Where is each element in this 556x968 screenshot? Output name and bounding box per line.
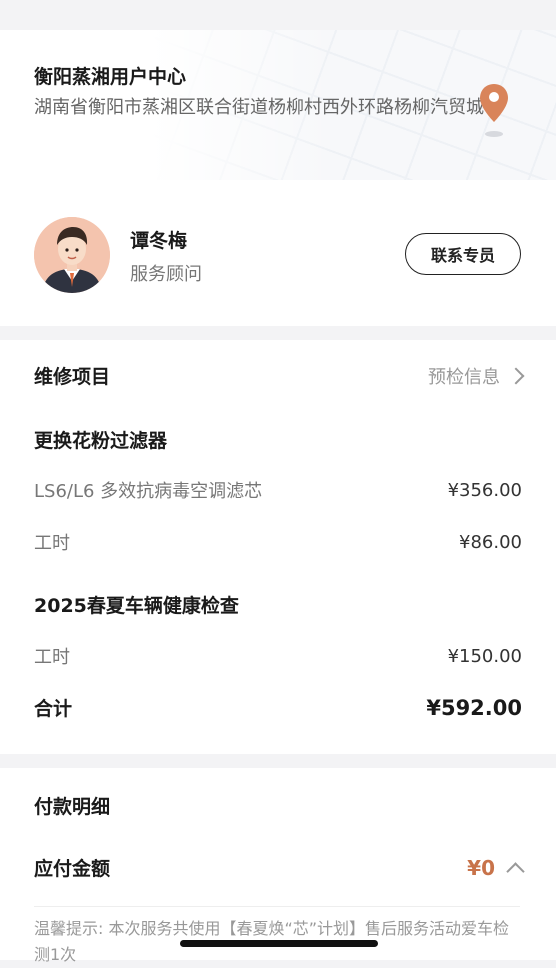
service-section-title: 维修项目 [34,366,111,388]
advisor-name: 谭冬梅 [130,230,188,252]
item-price: ¥356.00 [447,479,522,501]
service-line-item: 工时 ¥150.00 [34,643,522,669]
divider [34,906,520,907]
payment-card: 付款明细 应付金额 ¥0 温馨提示: 本次服务共使用【春夏焕“芯”计划】售后服务… [0,768,556,964]
location-pin-icon[interactable] [478,82,510,142]
precheck-label: 预检信息 [428,366,500,388]
service-group-title: 更换花粉过滤器 [34,430,168,452]
total-row: 合计 ¥592.00 [34,694,522,721]
service-line-item: LS6/L6 多效抗病毒空调滤芯 ¥356.00 [34,477,522,503]
store-name: 衡阳蒸湘用户中心 [34,66,187,88]
service-group-title: 2025春夏车辆健康检查 [34,595,239,617]
service-header: 维修项目 预检信息 [34,362,525,389]
service-line-item: 工时 ¥86.00 [34,529,522,555]
item-price: ¥150.00 [447,645,522,667]
advisor-avatar [34,217,110,293]
total-label: 合计 [34,698,73,720]
store-card: 衡阳蒸湘用户中心 湖南省衡阳市蒸湘区联合街道杨柳村西外环路杨柳汽贸城 谭冬梅 服… [0,30,556,326]
item-name: LS6/L6 多效抗病毒空调滤芯 [34,481,263,502]
home-indicator [180,940,378,947]
chevron-right-icon [507,367,525,384]
item-name: 工时 [34,533,70,554]
store-address: 湖南省衡阳市蒸湘区联合街道杨柳村西外环路杨柳汽贸城 [34,97,484,118]
contact-advisor-button[interactable]: 联系专员 [405,233,521,275]
item-name: 工时 [34,647,70,668]
chevron-up-icon[interactable] [506,862,525,881]
payment-header: 付款明细 [34,792,522,819]
advisor-role: 服务顾问 [130,264,202,285]
precheck-link[interactable]: 预检信息 [428,363,525,389]
payable-amount[interactable]: ¥0 [467,856,525,881]
item-price: ¥86.00 [459,531,522,553]
payment-section-title: 付款明细 [34,796,111,818]
service-card: 维修项目 预检信息 更换花粉过滤器 LS6/L6 多效抗病毒空调滤芯 ¥356.… [0,340,556,754]
payable-label: 应付金额 [34,858,111,880]
total-value: ¥592.00 [426,695,522,720]
payable-row[interactable]: 应付金额 ¥0 [34,854,525,881]
